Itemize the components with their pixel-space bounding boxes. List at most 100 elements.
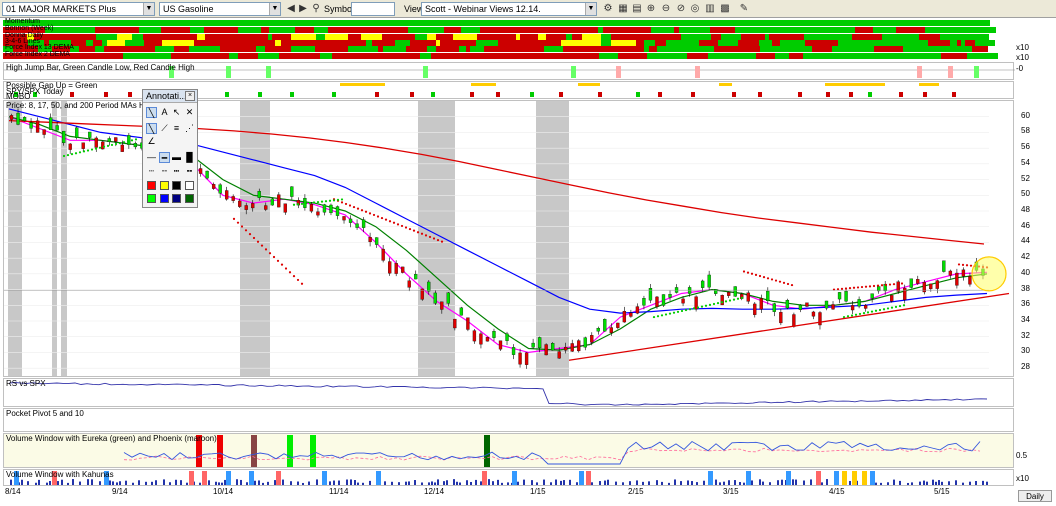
line-medium-icon[interactable]: ━ (159, 152, 170, 163)
candle-body (811, 311, 816, 317)
stripe-segment (655, 20, 674, 26)
stop-dot (852, 286, 856, 289)
stripe-segment (591, 46, 614, 52)
stop-dot (280, 263, 284, 266)
stop-dot (380, 216, 384, 220)
volume-bar (475, 479, 477, 485)
settings-icon[interactable]: ⚙ (601, 2, 615, 16)
stop-dot (70, 153, 74, 156)
draw-tool-icon[interactable]: ✎ (737, 2, 751, 16)
color-swatch-dark-green[interactable] (185, 194, 194, 203)
line-thick-icon[interactable]: ▬ (171, 152, 182, 163)
candle-body (603, 319, 607, 332)
windows-icon[interactable]: ▤ (630, 2, 644, 16)
stripe-segment (370, 20, 390, 26)
volume-bar (282, 479, 284, 485)
stop-dot (78, 151, 82, 154)
dash-dot-line-icon[interactable]: ┅ (171, 166, 182, 177)
volume-bar (384, 481, 386, 485)
earnings-shade (418, 101, 455, 376)
stop-dot (848, 287, 852, 290)
symbol-input[interactable] (351, 2, 395, 16)
zoom-out-icon[interactable]: ⊖ (659, 2, 673, 16)
stripe-segment (726, 53, 740, 59)
color-swatch-white[interactable] (185, 181, 194, 190)
candle-body (655, 296, 659, 307)
delete-icon[interactable]: ✕ (184, 107, 195, 118)
text-tool-icon[interactable]: A (159, 107, 170, 118)
stripe-segment (744, 46, 760, 52)
color-swatch-blue[interactable] (160, 194, 169, 203)
zoom-reset-icon[interactable]: ◎ (688, 2, 702, 16)
color-swatch-green[interactable] (147, 194, 156, 203)
long-dash-line-icon[interactable]: ╍ (184, 166, 195, 177)
chevron-down-icon[interactable]: ▼ (585, 3, 596, 15)
stripe-segment (601, 20, 608, 26)
volume-bar (27, 481, 29, 485)
stop-dot (130, 139, 134, 142)
watchlist-select[interactable]: 01 MAJOR MARKETS Plus ▼ (2, 2, 155, 16)
stripe-segment (760, 46, 764, 52)
close-icon[interactable]: × (185, 91, 195, 101)
stripe-segment (374, 53, 393, 59)
symbol-name-select[interactable]: US Gasoline ▼ (159, 2, 281, 16)
volume-bar (880, 482, 882, 485)
volume-bar (466, 480, 468, 485)
volume-bar (116, 482, 118, 485)
dashed-line-icon[interactable]: ╌ (159, 166, 170, 177)
fan-tool-icon[interactable]: ⋰ (184, 123, 195, 134)
stripe-segment (681, 53, 687, 59)
stop-dot (864, 285, 868, 288)
stripe-segment (927, 53, 941, 59)
annotation-title-bar[interactable]: Annotati... × (143, 90, 197, 103)
pointer-icon[interactable]: ↖ (171, 107, 182, 118)
stripe-segment (490, 20, 497, 26)
stripe-segment (351, 27, 363, 33)
stop-dot (884, 283, 888, 287)
horizontal-line-icon[interactable]: ≡ (171, 123, 182, 134)
next-symbol-button[interactable]: ▶ (296, 2, 310, 16)
angle-tool-icon[interactable]: ∠ (146, 136, 157, 147)
stop-dot (424, 234, 428, 237)
line-thin-icon[interactable]: — (146, 152, 157, 163)
chevron-down-icon[interactable]: ▼ (269, 3, 280, 15)
line-tool-icon[interactable]: ╲ (146, 107, 157, 118)
stripe-segment (797, 27, 815, 33)
stripe-segment (752, 27, 757, 33)
stripe-segment (772, 20, 795, 26)
line-heavy-icon[interactable]: █ (184, 152, 195, 163)
view-select[interactable]: Scott - Webinar Views 12.14. ▼ (421, 2, 597, 16)
stripe-segment (714, 46, 731, 52)
zoom-in-icon[interactable]: ⊕ (644, 2, 658, 16)
candle-body (518, 352, 522, 365)
stripe-segment (912, 20, 937, 26)
grid-icon[interactable]: ▩ (718, 2, 732, 16)
stripe-segment (764, 27, 774, 33)
stop-dot (122, 141, 126, 144)
stripe-segment (210, 53, 229, 59)
stripe-segment (625, 20, 631, 26)
dotted-line-icon[interactable]: ┄ (146, 166, 157, 177)
volume-bar (421, 482, 423, 485)
candle-body (251, 203, 255, 209)
binoculars-icon[interactable]: ⚲ (309, 2, 323, 16)
zoom-fit-icon[interactable]: ⊘ (674, 2, 688, 16)
stop-dot (416, 231, 420, 234)
stripe-segment (98, 20, 106, 26)
annotation-toolbox[interactable]: Annotati... × ╲ A ↖ ✕ ╲ ⟋ ≡ ⋰ ∠ — ━ ▬ █ … (142, 89, 198, 208)
table-icon[interactable]: ▥ (703, 2, 717, 16)
chevron-down-icon[interactable]: ▼ (143, 3, 154, 15)
candle-body (792, 314, 796, 327)
volume-bar (560, 480, 562, 485)
color-swatch-yellow[interactable] (160, 181, 169, 190)
color-swatch-red[interactable] (147, 181, 156, 190)
stop-dot (716, 302, 720, 305)
period-daily-button[interactable]: Daily (1018, 490, 1052, 502)
color-swatch-black[interactable] (172, 181, 181, 190)
trendline-tool-icon[interactable]: ╲ (146, 123, 157, 134)
stripe-segment (955, 20, 975, 26)
color-swatch-navy[interactable] (172, 194, 181, 203)
layout-icon[interactable]: ▦ (616, 2, 630, 16)
ray-tool-icon[interactable]: ⟋ (159, 123, 170, 134)
candle-body (394, 263, 398, 274)
